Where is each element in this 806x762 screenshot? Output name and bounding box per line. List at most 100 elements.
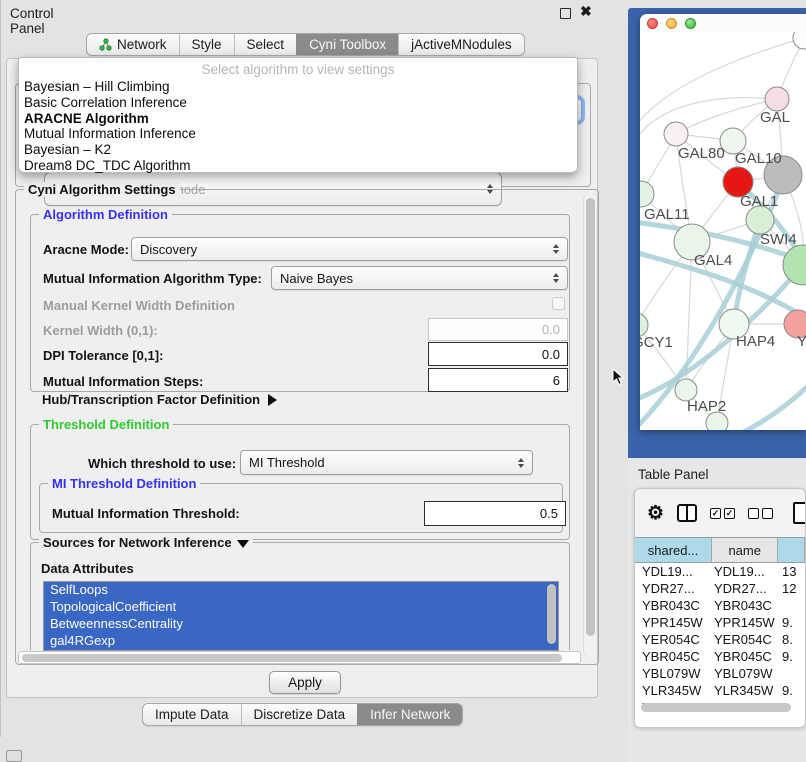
attribute-item-topologicalcoefficient[interactable]: TopologicalCoefficient: [44, 599, 558, 616]
kernel-width-label: Kernel Width (0,1):: [43, 323, 158, 338]
which-threshold-combobox[interactable]: MI Threshold: [240, 450, 533, 475]
settings-horizontal-scrollbar-thumb[interactable]: [22, 654, 562, 662]
threshold-definition-title: Threshold Definition: [39, 417, 173, 432]
attribute-item-betweennesscentrality[interactable]: BetweennessCentrality: [44, 616, 558, 633]
cell-name: YBR045C: [714, 649, 772, 664]
algorithm-dropdown-prompt: Select algorithm to view settings: [19, 61, 577, 79]
tab-impute-data[interactable]: Impute Data: [143, 704, 241, 725]
algorithm-option-basic-correlation-inference[interactable]: Basic Correlation Inference: [19, 95, 577, 111]
tab-cyni-toolbox[interactable]: Cyni Toolbox: [296, 34, 398, 55]
tab-label: jActiveMNodules: [411, 37, 512, 52]
control-panel-window: Control Panel ✖ NetworkStyleSelectCyni T…: [0, 0, 1, 737]
zoom-window-icon[interactable]: [685, 18, 696, 29]
network-node-label: GAL10: [735, 150, 782, 167]
network-node-label: GAL80: [678, 145, 725, 162]
table-panel: Table Panel ⚙ ✓✓ shared...name YDL19...Y…: [628, 458, 806, 762]
tab-select[interactable]: Select: [234, 34, 297, 55]
mi-type-combobox[interactable]: Naive Bayes: [271, 266, 568, 290]
network-node-label: SWI4: [760, 231, 797, 248]
gear-icon[interactable]: ⚙: [647, 504, 664, 523]
close-window-icon[interactable]: [647, 18, 658, 29]
tab-style[interactable]: Style: [179, 34, 234, 55]
data-attributes-list[interactable]: SelfLoopsTopologicalCoefficientBetweenne…: [43, 581, 559, 651]
table-row[interactable]: YPR145WYPR145W9.: [635, 614, 805, 631]
sources-group-title[interactable]: Sources for Network Inference: [39, 535, 253, 550]
attribute-item-gal4rgexp[interactable]: gal4RGexp: [44, 633, 558, 650]
settings-group-title: Cyni Algorithm Settings: [24, 182, 180, 197]
network-window-titlebar: [640, 14, 806, 32]
table-horizontal-scrollbar-thumb[interactable]: [641, 703, 791, 712]
network-icon: [99, 38, 112, 51]
table-row[interactable]: YLR345WYLR345W9.: [635, 682, 805, 699]
column-header-extra[interactable]: [778, 538, 805, 562]
export-table-icon[interactable]: [793, 502, 806, 524]
select-all-columns-icon[interactable]: ✓✓: [710, 508, 735, 519]
cell-name: YDL19...: [714, 564, 765, 579]
algorithm-option-bayesian-k2[interactable]: Bayesian – K2: [19, 142, 577, 158]
mi-steps-label: Mutual Information Steps:: [43, 374, 203, 389]
table-horizontal-scrollbar[interactable]: [639, 701, 801, 713]
mi-type-label: Mutual Information Algorithm Type:: [43, 271, 262, 286]
cell-shared-name: YPR145W: [642, 615, 703, 630]
algorithm-option-bayesian-hill-climbing[interactable]: Bayesian – Hill Climbing: [19, 79, 577, 95]
algorithm-option-mutual-information-inference[interactable]: Mutual Information Inference: [19, 126, 577, 142]
deselect-all-columns-icon[interactable]: [748, 508, 773, 519]
table-row[interactable]: YBR045CYBR045C9.: [635, 648, 805, 665]
apply-button[interactable]: Apply: [269, 671, 341, 694]
attributes-scrollbar-thumb[interactable]: [547, 584, 556, 644]
tab-label: Impute Data: [155, 707, 229, 722]
dpi-tolerance-field[interactable]: 0.0: [428, 342, 568, 366]
network-node-label: GCY1: [640, 334, 673, 351]
tab-infer-network[interactable]: Infer Network: [357, 704, 462, 725]
algorithm-definition-title: Algorithm Definition: [39, 207, 172, 222]
close-panel-icon[interactable]: ✖: [580, 3, 592, 20]
settings-horizontal-scrollbar[interactable]: [18, 651, 581, 664]
network-node[interactable]: [640, 181, 654, 207]
algorithm-option-dream8-dc-tdc-algorithm[interactable]: Dream8 DC_TDC Algorithm: [19, 158, 577, 174]
network-node[interactable]: [664, 122, 688, 146]
algorithm-option-aracne-algorithm[interactable]: ARACNE Algorithm: [19, 111, 577, 127]
float-panel-icon[interactable]: [560, 8, 571, 19]
aracne-mode-combobox[interactable]: Discovery: [131, 237, 568, 261]
mouse-cursor: [612, 368, 625, 386]
network-node[interactable]: [746, 206, 774, 234]
cell-name: YDR27...: [714, 581, 767, 596]
mi-steps-field[interactable]: 6: [428, 368, 568, 392]
manual-kernel-width-checkbox[interactable]: [552, 297, 565, 310]
table-row[interactable]: YBR043CYBR043C: [635, 597, 805, 614]
table-row[interactable]: YDR27...YDR27...12: [635, 580, 805, 597]
table-row[interactable]: YDL19...YDL19...13: [635, 563, 805, 580]
network-node[interactable]: [793, 32, 806, 49]
network-canvas[interactable]: GALGAL80GAL10GAL1SWI4GAL11GAL4GCY1HAP4YH…: [640, 32, 806, 430]
table-row[interactable]: YBL079WYBL079W: [635, 665, 805, 682]
split-panel-icon[interactable]: [677, 504, 697, 522]
expand-arrow-icon: [268, 394, 277, 406]
table-row[interactable]: YER054CYER054C8.: [635, 631, 805, 648]
tab-discretize-data[interactable]: Discretize Data: [241, 704, 358, 725]
minimize-window-icon[interactable]: [666, 18, 677, 29]
hub-factor-section-toggle[interactable]: Hub/Transcription Factor Definition: [42, 392, 277, 407]
dpi-tolerance-label: DPI Tolerance [0,1]:: [43, 348, 163, 363]
cell-shared-name: YER054C: [642, 632, 700, 647]
network-node-label: Y: [797, 333, 806, 350]
network-node[interactable]: [765, 87, 789, 111]
tab-label: Network: [117, 37, 167, 52]
mi-threshold-field[interactable]: 0.5: [424, 501, 566, 526]
tab-network[interactable]: Network: [87, 34, 179, 55]
kernel-width-field[interactable]: 0.0: [428, 318, 568, 341]
cell-shared-name: YDR27...: [642, 581, 695, 596]
cell-value: 13: [782, 564, 796, 579]
minimized-panel-chip[interactable]: [6, 750, 22, 762]
desktop-background: GALGAL80GAL10GAL1SWI4GAL11GAL4GCY1HAP4YH…: [628, 8, 806, 458]
aracne-mode-value: Discovery: [140, 242, 197, 257]
tab-label: Infer Network: [370, 707, 450, 722]
column-header-name[interactable]: name: [712, 538, 778, 562]
column-header-shared[interactable]: shared...: [635, 538, 712, 562]
tab-jactivemnodules[interactable]: jActiveMNodules: [398, 34, 524, 55]
settings-vertical-scrollbar[interactable]: [583, 194, 596, 656]
settings-vertical-scrollbar-thumb[interactable]: [586, 198, 595, 636]
attribute-item-selfloops[interactable]: SelfLoops: [44, 582, 558, 599]
network-node[interactable]: [783, 245, 806, 285]
algorithm-dropdown-popup: Select algorithm to view settings Bayesi…: [18, 57, 578, 173]
network-node-label: GAL1: [740, 193, 778, 210]
